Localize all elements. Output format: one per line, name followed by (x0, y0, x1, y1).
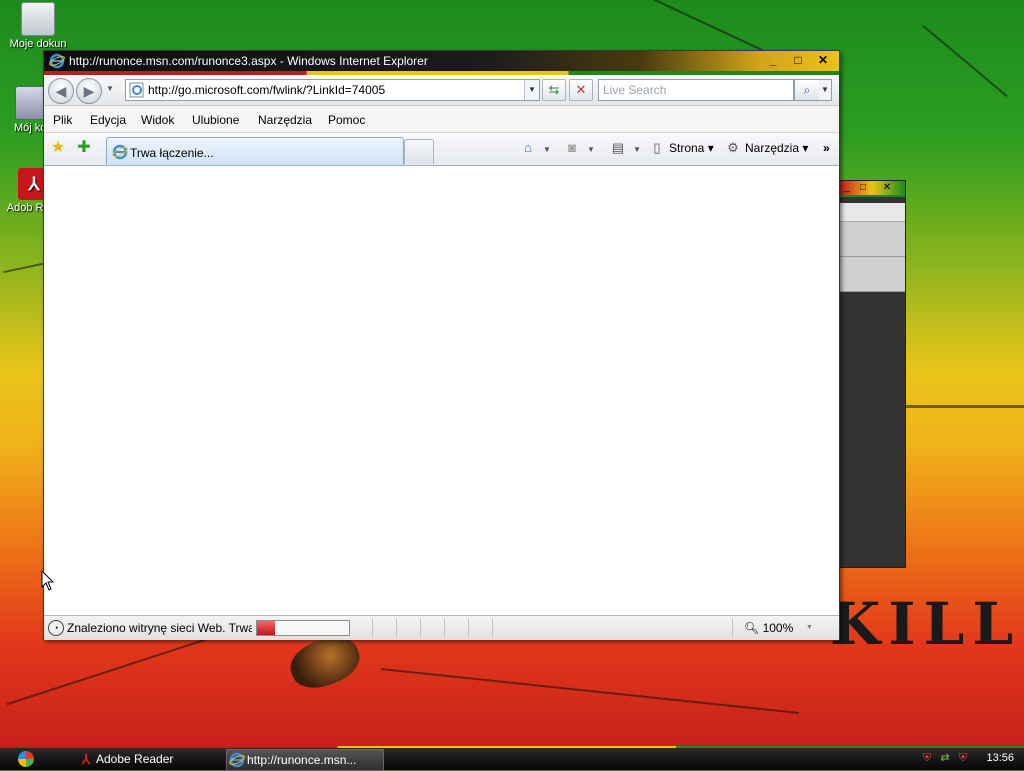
window-titlebar[interactable]: http://runonce.msn.com/runonce3.aspx - W… (44, 51, 839, 75)
maximize-button[interactable]: □ (857, 182, 869, 194)
add-favorite-icon[interactable]: ✚ (75, 139, 93, 157)
network-icon[interactable]: ⇄ (938, 751, 952, 765)
tab-bar: ★ ✚ Trwa łączenie... ⌂ ▼ ◙ ▼ ▤ ▼ ▯ Stron… (44, 133, 839, 166)
ie-logo-icon (112, 144, 128, 160)
background-window-toolbar (839, 203, 905, 222)
recent-pages-dropdown[interactable]: ▼ (106, 84, 114, 93)
pdf-icon: ⅄ (81, 751, 91, 767)
new-tab-button[interactable] (404, 139, 434, 164)
wallpaper-scratch (381, 668, 799, 714)
print-dropdown[interactable]: ▼ (633, 145, 641, 154)
background-window-titlebar[interactable]: _ □ ✕ (839, 181, 905, 197)
status-separator (732, 619, 733, 637)
home-dropdown[interactable]: ▼ (543, 145, 551, 154)
menu-bar: Plik Edycja Widok Ulubione Narzędzia Pom… (44, 106, 839, 133)
home-icon[interactable]: ⌂ (519, 140, 537, 156)
progress-fill (257, 621, 276, 635)
more-commands-button[interactable]: » (823, 141, 830, 155)
search-field[interactable]: Live Search (598, 79, 794, 101)
wallpaper-scratch (905, 405, 1024, 408)
forward-arrow-icon: ▶ (83, 83, 95, 99)
menu-favorites[interactable]: Ulubione (192, 113, 239, 127)
clock: 13:56 (986, 752, 1014, 764)
shield-icon[interactable]: ⛨ (920, 751, 934, 765)
page-menu-icon: ▯ (653, 140, 661, 155)
status-separator (396, 619, 397, 637)
search-placeholder: Live Search (603, 83, 667, 97)
search-icon: ⌕ (803, 83, 811, 97)
mouse-cursor-icon (41, 570, 55, 591)
search-button[interactable]: ⌕ (794, 79, 820, 101)
search-options-dropdown[interactable]: ▼ (819, 79, 832, 101)
page-content[interactable] (44, 166, 837, 614)
zoom-dropdown[interactable]: ▼ (806, 624, 813, 631)
feeds-icon[interactable]: ◙ (563, 140, 581, 156)
menu-help[interactable]: Pomoc (328, 113, 365, 127)
folder-icon (21, 2, 55, 36)
feeds-dropdown[interactable]: ▼ (587, 145, 595, 154)
taskbar-button-label: Adobe Reader (96, 752, 174, 766)
taskbar-button-label: http://runonce.msn... (247, 753, 357, 767)
page-icon (129, 82, 144, 98)
minimize-button[interactable]: _ (765, 53, 781, 67)
system-tray: ⛨ ⇄ ⛨ 13:56 (914, 748, 1024, 770)
ie-logo-icon (229, 752, 245, 768)
start-button[interactable] (0, 748, 62, 770)
windows-logo-icon (18, 751, 34, 767)
address-bar: ◀ ▶ ▼ http://go.microsoft.com/fwlink/?Li… (44, 75, 839, 106)
background-window-panel (839, 222, 905, 257)
stop-icon: ✕ (575, 82, 587, 97)
tab-current[interactable]: Trwa łączenie... (106, 137, 404, 165)
background-window-panel (839, 257, 905, 292)
window-title: http://runonce.msn.com/runonce3.aspx - W… (69, 54, 428, 68)
status-separator (468, 619, 469, 637)
tab-label: Trwa łączenie... (130, 146, 214, 160)
zoom-level: 100% (762, 621, 794, 635)
forward-button[interactable]: ▶ (76, 78, 102, 104)
back-button[interactable]: ◀ (48, 78, 74, 104)
zoom-control[interactable]: 🔍︎ 100% (744, 621, 793, 635)
taskbar: ⅄ Adobe Reader http://runonce.msn... ⛨ ⇄… (0, 746, 1024, 771)
zoom-icon: 🔍︎ (744, 621, 760, 635)
ie-window: http://runonce.msn.com/runonce3.aspx - W… (43, 50, 840, 640)
minimize-button[interactable]: _ (841, 182, 853, 194)
back-arrow-icon: ◀ (55, 83, 67, 99)
status-separator (444, 619, 445, 637)
status-separator (492, 619, 493, 637)
address-dropdown[interactable]: ▼ (524, 80, 539, 100)
stop-button[interactable]: ✕ (569, 79, 593, 101)
progress-bar (256, 620, 350, 636)
desktop-icon-label: Moje dokun (9, 38, 67, 50)
close-button[interactable]: ✕ (815, 53, 831, 67)
background-window[interactable]: _ □ ✕ (838, 180, 906, 568)
gear-icon: ⚙ (727, 140, 739, 155)
page-menu[interactable]: Strona ▾ (669, 141, 714, 155)
status-text: Znaleziono witrynę sieci Web. Trwa (67, 621, 252, 635)
desktop-icon-my-documents[interactable]: Moje dokun (8, 2, 68, 50)
loading-icon: ◔ (48, 620, 64, 636)
refresh-button[interactable]: ⇆ (542, 79, 566, 101)
status-separator (420, 619, 421, 637)
address-field[interactable]: http://go.microsoft.com/fwlink/?LinkId=7… (125, 79, 540, 101)
menu-edit[interactable]: Edycja (90, 113, 126, 127)
print-icon[interactable]: ▤ (609, 140, 627, 156)
status-bar: ◔ Znaleziono witrynę sieci Web. Trwa 🔍︎ … (44, 615, 839, 640)
taskbar-button-adobe-reader[interactable]: ⅄ Adobe Reader (76, 749, 222, 769)
address-url[interactable]: http://go.microsoft.com/fwlink/?LinkId=7… (148, 83, 385, 97)
wallpaper-scratch (922, 24, 1008, 98)
page-menu-label: Strona (669, 141, 705, 155)
refresh-icon: ⇆ (548, 82, 560, 97)
tools-menu-label: Narzędzia (745, 141, 800, 155)
ie-logo-icon (49, 53, 65, 69)
menu-file[interactable]: Plik (53, 113, 72, 127)
menu-tools[interactable]: Narzędzia (258, 113, 312, 127)
maximize-button[interactable]: □ (790, 53, 806, 67)
favorites-star-icon[interactable]: ★ (49, 139, 67, 157)
tools-menu[interactable]: Narzędzia ▾ (745, 141, 808, 155)
wallpaper-text: KILL (830, 590, 1022, 658)
close-button[interactable]: ✕ (881, 182, 893, 194)
menu-view[interactable]: Widok (141, 113, 174, 127)
security-icon[interactable]: ⛨ (956, 751, 970, 765)
status-separator (372, 619, 373, 637)
